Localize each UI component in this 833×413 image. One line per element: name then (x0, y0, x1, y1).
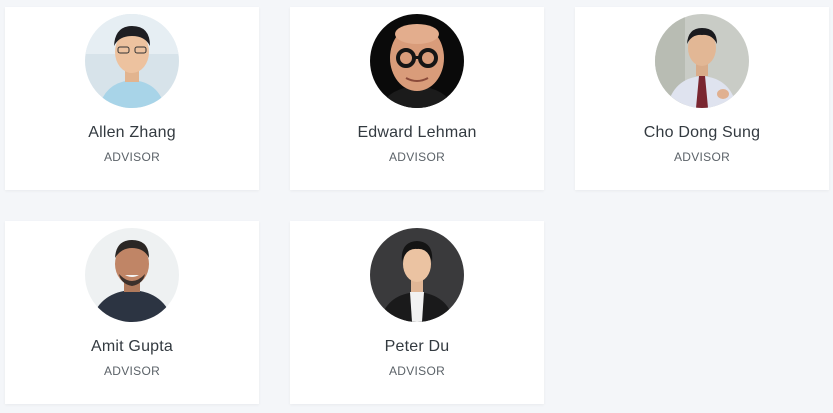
member-role: ADVISOR (103, 364, 161, 378)
member-name: Edward Lehman (357, 124, 477, 141)
avatar (655, 14, 749, 108)
member-name: Amit Gupta (90, 338, 174, 355)
team-card-cho-dong-sung: Cho Dong Sung ADVISOR (575, 7, 829, 190)
member-name: Allen Zhang (88, 124, 176, 141)
team-card-amit-gupta: Amit Gupta ADVISOR (5, 221, 259, 404)
member-name: Cho Dong Sung (643, 124, 761, 141)
member-role: ADVISOR (103, 150, 161, 164)
member-name: Peter Du (384, 338, 450, 355)
team-card-allen-zhang: Allen Zhang ADVISOR (5, 7, 259, 190)
avatar (370, 14, 464, 108)
team-card-edward-lehman: Edward Lehman ADVISOR (290, 7, 544, 190)
avatar (85, 14, 179, 108)
avatar (370, 228, 464, 322)
member-role: ADVISOR (388, 364, 446, 378)
member-role: ADVISOR (388, 150, 446, 164)
team-card-peter-du: Peter Du ADVISOR (290, 221, 544, 404)
avatar (85, 228, 179, 322)
member-role: ADVISOR (673, 150, 731, 164)
